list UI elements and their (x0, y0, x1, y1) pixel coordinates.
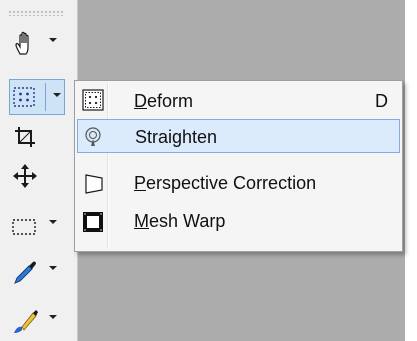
menu-item-label: Straighten (135, 127, 218, 147)
marquee-selection-icon (12, 219, 36, 235)
chevron-down-icon[interactable] (49, 220, 57, 224)
paintbrush-tool-button[interactable] (9, 303, 65, 339)
eyedropper-tool-button[interactable] (9, 254, 65, 290)
straighten-icon (85, 127, 101, 146)
menu-item-label: Perspective Correction (134, 173, 317, 193)
deform-tool-menu: Deform D Straighten Perspective Correcti… (74, 80, 403, 252)
deform-grid-icon (13, 87, 35, 107)
tool-palette (0, 0, 78, 341)
eyedropper-icon (14, 261, 36, 284)
deform-tool-button[interactable] (9, 79, 65, 115)
selection-tool-button[interactable] (9, 208, 65, 244)
menu-item-perspective-correction[interactable]: Perspective Correction (77, 167, 400, 201)
toolbar-grip[interactable] (8, 10, 64, 16)
move-icon (13, 164, 37, 188)
crop-icon (15, 127, 35, 147)
hand-icon (15, 31, 29, 55)
chevron-down-icon[interactable] (53, 93, 61, 97)
menu-item-label: Mesh Warp (134, 211, 226, 231)
menu-item-shortcut: D (375, 91, 388, 111)
move-tool-button[interactable] (9, 158, 65, 194)
menu-item-deform[interactable]: Deform D (77, 83, 400, 117)
menu-item-mesh-warp[interactable]: Mesh Warp (77, 205, 400, 239)
crop-tool-button[interactable] (9, 119, 65, 155)
window-edge (405, 0, 417, 341)
paintbrush-icon (14, 310, 38, 333)
mesh-warp-icon (83, 212, 103, 232)
menu-item-label: Deform (134, 91, 194, 111)
editor-window: Deform D Straighten Perspective Correcti… (0, 0, 417, 341)
chevron-down-icon[interactable] (49, 38, 57, 42)
chevron-down-icon[interactable] (49, 315, 57, 319)
perspective-correction-icon (85, 174, 103, 194)
deform-icon (82, 89, 104, 111)
chevron-down-icon[interactable] (49, 266, 57, 270)
menu-item-straighten[interactable]: Straighten (77, 119, 400, 153)
hand-tool-button[interactable] (9, 26, 65, 62)
split-divider (45, 83, 46, 111)
